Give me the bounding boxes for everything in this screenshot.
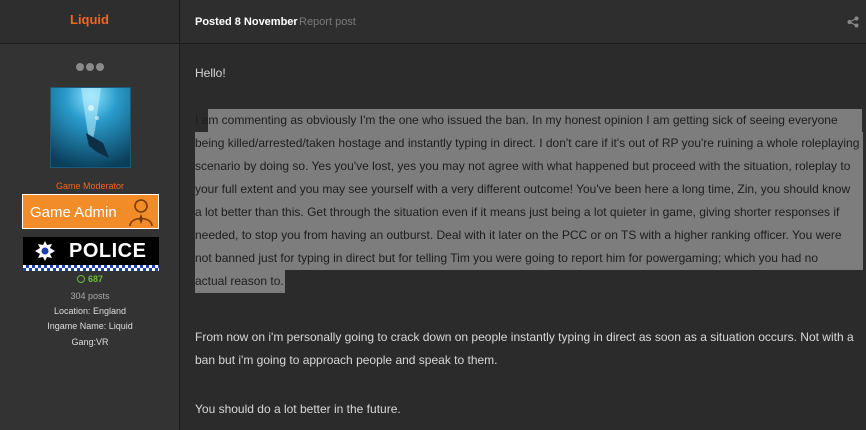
admin-badge-icon <box>129 199 153 227</box>
author-panel: Liquid Game Moderator Game Admin POLICE … <box>0 0 180 430</box>
police-checker-band <box>23 265 159 271</box>
selected-text-line: actual reason to. <box>195 274 284 288</box>
avatar-image <box>51 88 130 167</box>
posted-date[interactable]: Posted 8 November <box>195 16 298 28</box>
police-label: POLICE <box>69 240 147 262</box>
selected-text-line: needed, to stop you from having an outbu… <box>195 228 842 242</box>
more-options-icon[interactable] <box>76 63 106 71</box>
selected-text-line: I am commenting as obviously I'm the one… <box>195 113 838 127</box>
selected-text-line: being killed/arrested/taken hostage and … <box>195 136 860 150</box>
author-header: Liquid <box>0 0 179 44</box>
report-post-link[interactable]: Report post <box>299 16 356 28</box>
author-username[interactable]: Liquid <box>70 12 109 27</box>
post-content: Posted 8 November · Report post Hello! I… <box>181 0 866 430</box>
author-location: Location: England <box>53 306 127 316</box>
post-paragraph-selected: I am commenting as obviously I'm the one… <box>195 109 863 293</box>
police-badge: POLICE <box>23 237 159 271</box>
game-admin-badge: Game Admin <box>22 194 159 229</box>
share-icon[interactable] <box>847 16 859 28</box>
group-title: Game Moderator <box>55 181 125 191</box>
forum-post: Liquid Game Moderator Game Admin POLICE … <box>0 0 866 430</box>
post-paragraph: From now on i'm personally going to crac… <box>195 330 854 367</box>
post-paragraph: Hello! <box>195 66 226 80</box>
post-paragraph: You should do a lot better in the future… <box>195 402 401 416</box>
selected-text-line: a lot better than this. Get through the … <box>195 205 840 219</box>
selected-text-line: your full extent and you may see yoursel… <box>195 182 851 196</box>
selected-text-line: scenario by doing so. Yes you've lost, y… <box>195 159 851 173</box>
meta-separator: · <box>292 15 296 27</box>
police-crest-icon <box>35 241 55 261</box>
post-meta: Posted 8 November · Report post <box>181 0 866 44</box>
avatar[interactable] <box>50 87 131 168</box>
author-ingame-name: Ingame Name: Liquid <box>47 321 133 331</box>
reputation-icon <box>76 275 85 283</box>
reputation: 687 <box>0 274 180 284</box>
game-admin-label: Game Admin <box>30 204 117 221</box>
selected-text-line: not banned just for typing in direct but… <box>195 251 819 265</box>
author-gang: Gang:VR <box>71 337 109 347</box>
reputation-count: 687 <box>87 274 104 284</box>
post-count: 304 posts <box>70 291 110 301</box>
